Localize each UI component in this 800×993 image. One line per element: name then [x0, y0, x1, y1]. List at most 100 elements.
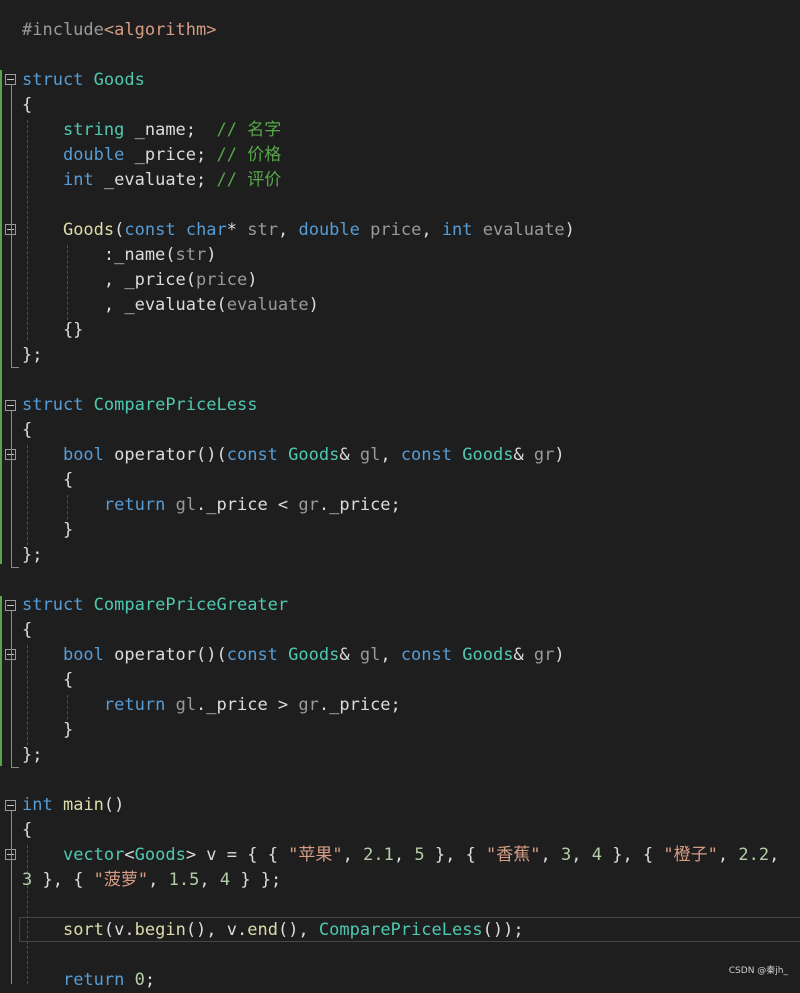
code-token: {}: [22, 320, 84, 340]
code-line-text: bool operator()(const Goods& gl, const G…: [22, 443, 565, 468]
code-token: "菠萝": [93, 870, 149, 890]
code-token: gl: [175, 695, 197, 715]
code-line[interactable]: sort(v.begin(), v.end(), ComparePriceLes…: [0, 918, 800, 943]
code-line[interactable]: [0, 893, 800, 918]
code-line-text: sort(v.begin(), v.end(), ComparePriceLes…: [22, 918, 524, 943]
code-line[interactable]: {: [0, 468, 800, 493]
code-token: ,: [571, 845, 592, 865]
code-token: ,: [717, 845, 739, 865]
code-line[interactable]: struct ComparePriceLess: [0, 393, 800, 418]
code-token: evaluate: [482, 220, 565, 240]
code-line[interactable]: [0, 193, 800, 218]
code-line[interactable]: [0, 943, 800, 968]
code-token: };: [22, 545, 43, 565]
code-token: // 价格: [216, 145, 282, 165]
code-line[interactable]: #include<algorithm>: [0, 18, 800, 43]
code-line[interactable]: :_name(str): [0, 243, 800, 268]
code-token: ): [554, 445, 565, 465]
code-line[interactable]: };: [0, 543, 800, 568]
code-line[interactable]: , _price(price): [0, 268, 800, 293]
code-token: (), v.: [185, 920, 248, 940]
code-line[interactable]: [0, 368, 800, 393]
code-token: &: [513, 645, 534, 665]
code-token: gr: [298, 495, 319, 515]
code-token: int: [62, 170, 94, 190]
code-line[interactable]: [0, 43, 800, 68]
code-token: _evaluate;: [93, 170, 217, 190]
code-line-text: #include<algorithm>: [22, 18, 216, 43]
code-line[interactable]: return gl._price < gr._price;: [0, 493, 800, 518]
code-token: ,: [277, 220, 299, 240]
code-line[interactable]: bool operator()(const Goods& gl, const G…: [0, 443, 800, 468]
code-line-text: return gl._price > gr._price;: [22, 693, 401, 718]
code-line[interactable]: , _evaluate(evaluate): [0, 293, 800, 318]
code-token: (),: [277, 920, 319, 940]
code-line[interactable]: }: [0, 518, 800, 543]
code-line[interactable]: {: [0, 818, 800, 843]
code-token: (): [103, 795, 125, 815]
code-line[interactable]: [0, 768, 800, 793]
code-line-text: {: [22, 93, 32, 118]
code-line[interactable]: }: [0, 718, 800, 743]
code-line[interactable]: bool operator()(const Goods& gl, const G…: [0, 643, 800, 668]
code-line[interactable]: vector<Goods> v = { { "苹果", 2.1, 5 }, { …: [0, 843, 800, 868]
code-token: ,: [540, 845, 561, 865]
code-line[interactable]: struct Goods: [0, 68, 800, 93]
code-line[interactable]: int _evaluate; // 评价: [0, 168, 800, 193]
code-token: ): [247, 270, 258, 290]
code-line[interactable]: struct ComparePriceGreater: [0, 593, 800, 618]
code-line-text: return gl._price < gr._price;: [22, 493, 401, 518]
code-line[interactable]: double _price; // 价格: [0, 143, 800, 168]
code-line-text: int main(): [22, 793, 124, 818]
code-editor[interactable]: #include<algorithm> struct Goods{ string …: [0, 0, 800, 990]
code-token: ,: [769, 845, 780, 865]
code-line-text: , _evaluate(evaluate): [22, 293, 319, 318]
code-token: 5: [414, 845, 425, 865]
code-token: };: [22, 345, 43, 365]
code-token: ,: [342, 845, 364, 865]
code-line[interactable]: {: [0, 93, 800, 118]
code-line[interactable]: Goods(const char* str, double price, int…: [0, 218, 800, 243]
code-line[interactable]: };: [0, 743, 800, 768]
code-token: gl: [359, 645, 381, 665]
code-token: ._price;: [318, 495, 401, 515]
code-line[interactable]: 3 }, { "菠萝", 1.5, 4 } };: [0, 868, 800, 893]
code-line[interactable]: string _name; // 名字: [0, 118, 800, 143]
code-line-text: double _price; // 价格: [22, 143, 281, 168]
code-token: ): [308, 295, 319, 315]
code-line[interactable]: {}: [0, 318, 800, 343]
code-line-text: };: [22, 743, 42, 768]
code-line-text: 3 }, { "菠萝", 1.5, 4 } };: [22, 868, 281, 893]
code-token: &: [513, 445, 534, 465]
code-line-text: struct ComparePriceLess: [22, 393, 257, 418]
code-line[interactable]: {: [0, 418, 800, 443]
code-token: }: [22, 520, 74, 540]
code-token: "橙子": [663, 845, 718, 865]
code-line-text: {}: [22, 318, 83, 343]
code-token: }: [22, 720, 74, 740]
code-line[interactable]: {: [0, 668, 800, 693]
code-line[interactable]: return gl._price > gr._price;: [0, 693, 800, 718]
code-line[interactable]: };: [0, 343, 800, 368]
code-token: const: [124, 220, 176, 240]
code-token: , _evaluate(: [22, 295, 227, 315]
code-token: Goods: [134, 845, 186, 865]
code-line-text: string _name; // 名字: [22, 118, 281, 143]
code-token: }, {: [424, 845, 487, 865]
code-token: return: [103, 695, 166, 715]
code-token: (: [114, 220, 125, 240]
code-line[interactable]: {: [0, 618, 800, 643]
code-line-text: struct ComparePriceGreater: [22, 593, 288, 618]
code-token: ,: [380, 645, 401, 665]
code-token: (v.: [103, 920, 135, 940]
code-line[interactable]: int main(): [0, 793, 800, 818]
code-token: 1.5: [168, 870, 200, 890]
code-line[interactable]: [0, 568, 800, 593]
code-line[interactable]: return 0;: [0, 968, 800, 993]
